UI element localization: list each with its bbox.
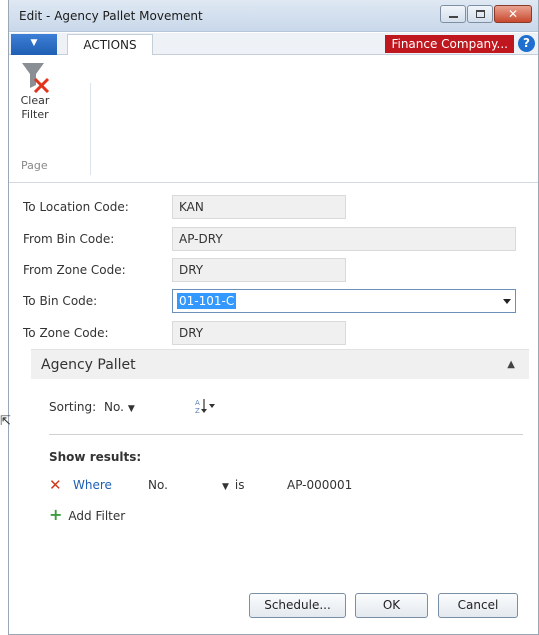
from-bin-code-value[interactable]: AP-DRY: [172, 227, 516, 251]
chevron-down-icon: ▼: [222, 482, 229, 492]
clear-filter-label-2: Filter: [21, 108, 49, 121]
filter-field-dropdown[interactable]: No.: [148, 478, 168, 492]
filter-operator-dropdown[interactable]: ▼ is: [222, 478, 245, 492]
sort-order-button[interactable]: A Z: [194, 397, 216, 418]
field-to-location-code: To Location Code: KAN: [9, 193, 538, 221]
field-label: From Zone Code:: [23, 263, 126, 277]
sorting-label: Sorting:: [49, 400, 97, 414]
ok-button[interactable]: OK: [355, 593, 428, 618]
close-button[interactable]: ✕: [494, 5, 532, 23]
help-icon[interactable]: ?: [518, 35, 535, 52]
to-location-code-value[interactable]: KAN: [172, 195, 346, 219]
dropdown-arrow-icon[interactable]: [503, 299, 511, 304]
agency-pallet-section-header[interactable]: Agency Pallet ▲: [31, 349, 529, 379]
clear-filter-button[interactable]: Clear Filter: [11, 59, 59, 131]
app-menu-button[interactable]: ▼: [11, 34, 57, 55]
show-results-label: Show results:: [49, 450, 142, 464]
filter-divider: [49, 434, 523, 435]
field-label: To Bin Code:: [23, 294, 98, 308]
svg-text:Z: Z: [195, 407, 200, 415]
chevron-down-icon: ▼: [30, 38, 38, 48]
filter-row: ✕ Where No. ▼ is AP-000001: [49, 476, 509, 496]
minimize-icon: [449, 16, 458, 18]
section-title: Agency Pallet: [41, 357, 136, 373]
maximize-icon: [476, 10, 485, 18]
plus-icon: +: [49, 505, 63, 524]
field-to-zone-code: To Zone Code: DRY: [9, 319, 538, 347]
tab-actions[interactable]: ACTIONS: [67, 34, 153, 56]
field-label: To Location Code:: [23, 200, 129, 214]
mouse-cursor-icon: ⇱: [0, 414, 11, 429]
filter-operator-value: is: [234, 478, 245, 492]
ribbon-group-label: Page: [21, 159, 48, 172]
filter-field-value: No.: [148, 478, 168, 492]
ribbon-tab-bar: ▼ ACTIONS Finance Company... ?: [9, 33, 538, 56]
chevron-down-icon: ▼: [127, 404, 135, 414]
cancel-button[interactable]: Cancel: [438, 593, 518, 618]
ribbon-group-separator: [90, 83, 91, 175]
to-zone-code-value[interactable]: DRY: [172, 321, 346, 345]
minimize-button[interactable]: [440, 5, 466, 23]
maximize-button[interactable]: [467, 5, 493, 23]
title-bar: Edit - Agency Pallet Movement ✕: [9, 0, 538, 32]
clear-filter-label-1: Clear: [20, 94, 50, 107]
field-to-bin-code: To Bin Code: 01-101-C: [9, 287, 538, 315]
collapse-icon[interactable]: ▲: [507, 359, 515, 370]
field-label: To Zone Code:: [23, 326, 109, 340]
svg-text:A: A: [195, 399, 200, 407]
field-label: From Bin Code:: [23, 232, 115, 246]
sort-ascending-icon: A Z: [195, 399, 215, 415]
close-icon: ✕: [507, 7, 519, 21]
company-badge[interactable]: Finance Company...: [385, 35, 514, 53]
filter-value[interactable]: AP-000001: [287, 478, 352, 492]
dialog-window: Edit - Agency Pallet Movement ✕ ▼ ACTION…: [8, 0, 539, 635]
add-filter-label: Add Filter: [68, 509, 126, 523]
to-bin-code-input[interactable]: 01-101-C: [172, 289, 516, 313]
sort-field-value: No.: [104, 400, 124, 414]
to-bin-code-selected-text: 01-101-C: [177, 293, 237, 309]
window-controls: ✕: [439, 5, 532, 23]
field-from-zone-code: From Zone Code: DRY: [9, 256, 538, 284]
clear-filter-icon: [22, 63, 50, 93]
window-title: Edit - Agency Pallet Movement: [19, 9, 203, 23]
from-zone-code-value[interactable]: DRY: [172, 258, 346, 282]
where-link[interactable]: Where: [73, 478, 112, 492]
remove-filter-icon[interactable]: ✕: [49, 476, 62, 494]
schedule-button[interactable]: Schedule...: [249, 593, 346, 618]
ribbon-body: Clear Filter Page: [9, 55, 538, 183]
field-from-bin-code: From Bin Code: AP-DRY: [9, 225, 538, 253]
add-filter-button[interactable]: + Add Filter: [49, 505, 125, 524]
sort-field-dropdown[interactable]: No. ▼: [104, 400, 174, 414]
